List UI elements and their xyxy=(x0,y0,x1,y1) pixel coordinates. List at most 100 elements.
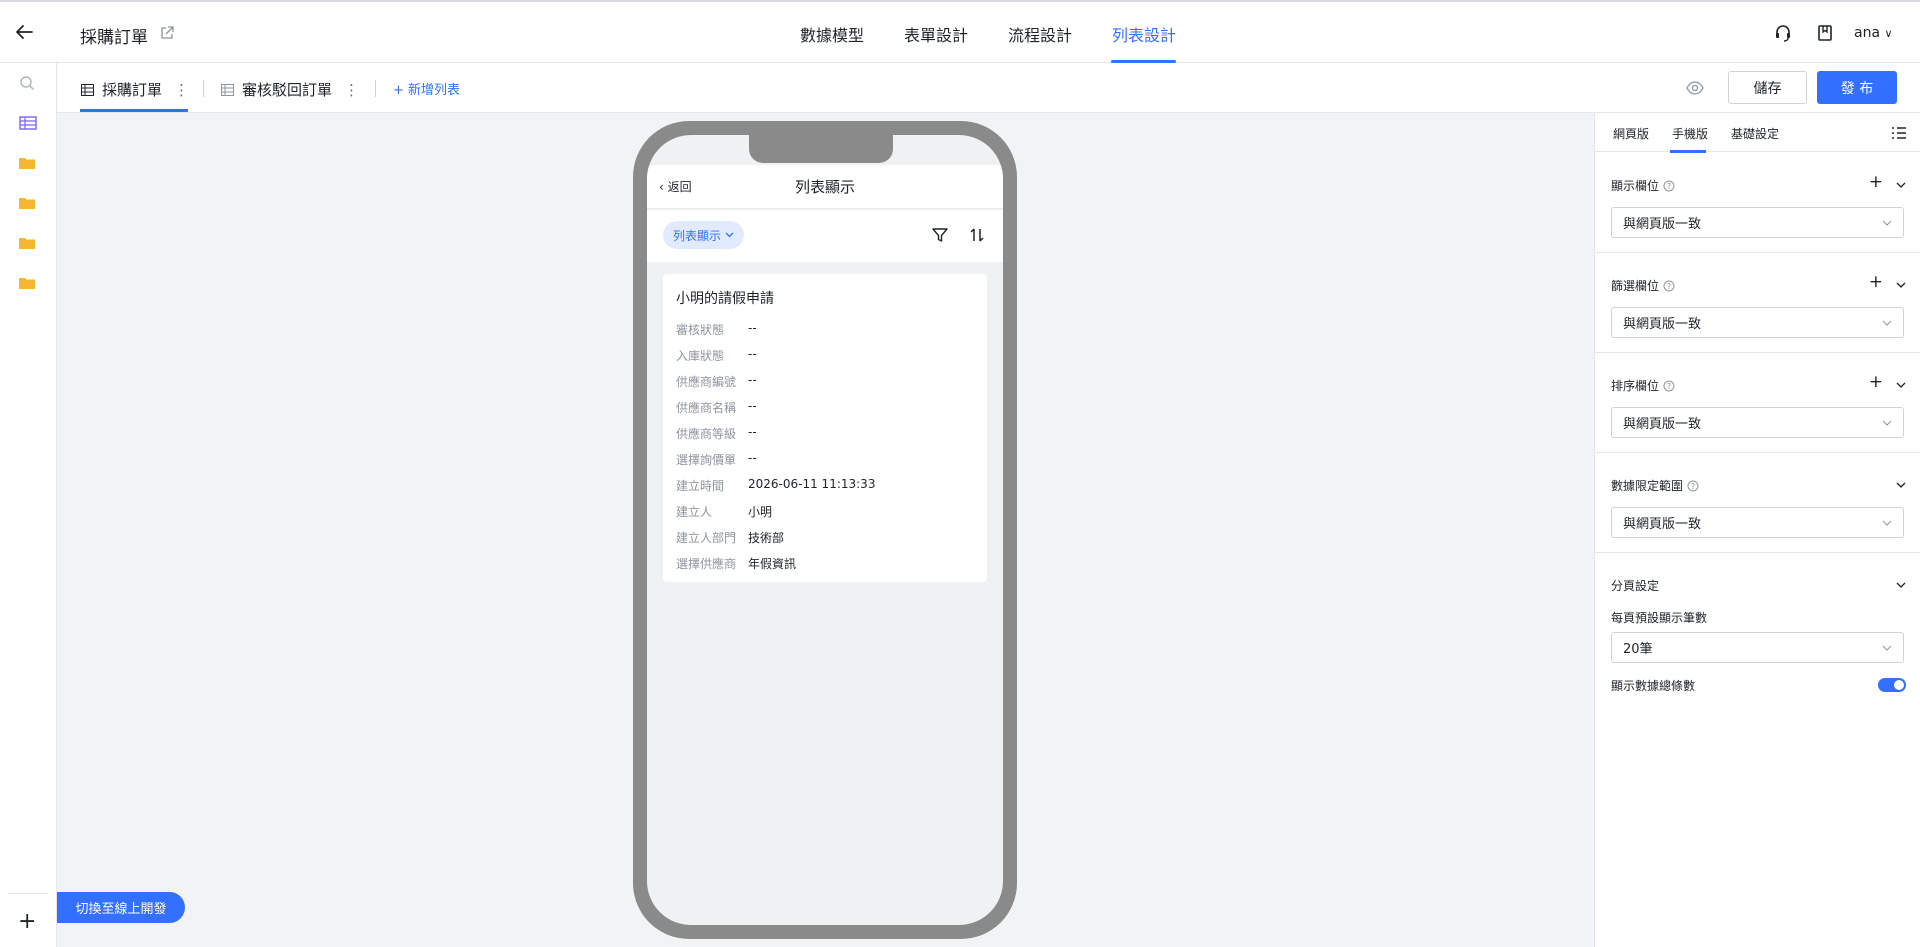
field-value: -- xyxy=(748,347,757,361)
help-icon[interactable]: ? xyxy=(1663,380,1675,392)
folder-icon[interactable] xyxy=(19,196,37,212)
tab-form-design[interactable]: 表單設計 xyxy=(904,22,968,46)
tab-mobile-version[interactable]: 手機版 xyxy=(1672,125,1708,142)
chevron-down-icon xyxy=(1882,420,1892,426)
field-label: 建立人部門 xyxy=(676,531,737,545)
field-value: -- xyxy=(748,451,757,465)
field-value: 小明 xyxy=(748,505,773,519)
section-title: 篩選欄位? xyxy=(1611,277,1675,294)
save-button[interactable]: 儲存 xyxy=(1728,71,1807,104)
card-field: 供應商等級 -- xyxy=(676,425,757,442)
field-label: 供應商名稱 xyxy=(676,401,737,415)
add-button[interactable]: + xyxy=(18,911,36,933)
more-icon[interactable]: ⋮ xyxy=(174,81,189,99)
section-title-text: 篩選欄位 xyxy=(1611,279,1660,293)
field-label: 供應商編號 xyxy=(676,375,737,389)
add-field-button[interactable]: + xyxy=(1869,374,1883,391)
tab-data-model[interactable]: 數據模型 xyxy=(800,22,864,46)
search-icon[interactable] xyxy=(19,75,37,91)
filter-icon[interactable] xyxy=(932,227,948,243)
chevron-down-icon xyxy=(1882,645,1892,651)
card-field: 供應商編號 -- xyxy=(676,373,757,390)
section-sort-fields: 排序欄位? + 與網頁版一致 xyxy=(1595,353,1920,453)
chevron-down-icon[interactable] xyxy=(1895,179,1907,191)
show-total-toggle[interactable] xyxy=(1878,678,1906,692)
record-card[interactable]: 小明的請假申請 審核狀態 -- 入庫狀態 -- 供應商編號 -- 供應商名稱 -- 供應… xyxy=(663,274,987,582)
list-tab-purchase-order[interactable]: 採購訂單 ⋮ xyxy=(81,79,189,100)
folder-icon[interactable] xyxy=(19,156,37,172)
more-icon[interactable]: ⋮ xyxy=(344,81,359,99)
section-title-text: 數據限定範圍 xyxy=(1611,479,1684,493)
add-field-button[interactable]: + xyxy=(1869,274,1883,291)
chevron-down-icon xyxy=(1882,220,1892,226)
select-value: 與網頁版一致 xyxy=(1623,217,1702,232)
field-label: 選擇詢價單 xyxy=(676,453,737,467)
list-tab-rejected-orders[interactable]: 審核駁回訂單 ⋮ xyxy=(221,79,359,100)
phone-title: 列表顯示 xyxy=(794,178,855,196)
tab-process-design[interactable]: 流程設計 xyxy=(1008,22,1072,46)
view-selector-label: 列表顯示 xyxy=(673,228,722,243)
book-icon[interactable] xyxy=(1816,24,1834,42)
field-label: 審核狀態 xyxy=(676,323,725,337)
external-link-icon[interactable] xyxy=(160,26,174,40)
list-tab-label: 採購訂單 xyxy=(102,81,163,99)
phone-notch xyxy=(749,135,893,163)
select-value: 與網頁版一致 xyxy=(1623,317,1702,332)
card-field: 建立時間 2026-06-11 11:13:33 xyxy=(676,477,875,494)
help-icon[interactable]: ? xyxy=(1687,480,1699,492)
phone-preview: ‹ 返回 列表顯示 列表顯示 小明的請假申請 審核狀態 -- 入庫狀態 -- 供應商… xyxy=(633,121,1017,939)
tab-web-version[interactable]: 網頁版 xyxy=(1613,125,1649,142)
outline-icon[interactable] xyxy=(1891,125,1907,141)
tab-basic-settings[interactable]: 基礎設定 xyxy=(1731,125,1779,142)
active-list-indicator xyxy=(80,109,188,112)
svg-text:?: ? xyxy=(1667,382,1671,391)
field-value: -- xyxy=(748,425,757,439)
switch-online-dev-button[interactable]: 切換至線上開發 xyxy=(57,892,185,923)
help-icon[interactable]: ? xyxy=(1663,280,1675,292)
help-icon[interactable]: ? xyxy=(1663,180,1675,192)
user-name: ana xyxy=(1854,25,1881,41)
chevron-down-icon[interactable] xyxy=(1895,479,1907,491)
section-display-fields: 顯示欄位? + 與網頁版一致 xyxy=(1595,153,1920,253)
field-label: 建立人 xyxy=(676,505,713,519)
view-selector[interactable]: 列表顯示 xyxy=(663,221,745,249)
headset-icon[interactable] xyxy=(1774,24,1792,42)
field-value: 技術部 xyxy=(748,531,785,545)
field-label: 建立時間 xyxy=(676,479,725,493)
folder-icon[interactable] xyxy=(19,236,37,252)
section-filter-fields: 篩選欄位? + 與網頁版一致 xyxy=(1595,253,1920,353)
add-field-button[interactable]: + xyxy=(1869,174,1883,191)
svg-text:?: ? xyxy=(1667,182,1671,191)
settings-panel: 網頁版 手機版 基礎設定 顯示欄位? + 與網頁版一致 篩選欄位? + 與網頁版… xyxy=(1594,113,1920,947)
list-toolbar: 採購訂單 ⋮ 審核駁回訂單 ⋮ + 新增列表 儲存 發 布 xyxy=(57,63,1920,113)
chevron-down-icon[interactable] xyxy=(1895,579,1907,591)
back-arrow-icon[interactable] xyxy=(15,24,41,44)
table-icon[interactable] xyxy=(19,116,37,132)
chevron-down-icon xyxy=(1882,520,1892,526)
select-value: 20筆 xyxy=(1623,642,1653,657)
card-field: 建立人 小明 xyxy=(676,503,772,520)
card-title: 小明的請假申請 xyxy=(676,291,774,307)
show-total-label: 顯示數據總條數 xyxy=(1611,679,1696,693)
sidebar-divider xyxy=(8,893,48,894)
user-menu[interactable]: ana ∨ xyxy=(1854,25,1893,41)
new-list-button[interactable]: + 新增列表 xyxy=(393,79,460,98)
display-fields-select[interactable]: 與網頁版一致 xyxy=(1611,207,1904,238)
per-page-select[interactable]: 20筆 xyxy=(1611,632,1904,663)
section-title-text: 排序欄位 xyxy=(1611,379,1660,393)
eye-icon[interactable] xyxy=(1686,79,1704,97)
tab-list-design[interactable]: 列表設計 xyxy=(1112,22,1176,46)
section-title-text: 顯示欄位 xyxy=(1611,179,1660,193)
per-page-label: 每頁預設顯示筆數 xyxy=(1611,611,1708,625)
publish-button[interactable]: 發 布 xyxy=(1817,71,1897,104)
chevron-down-icon[interactable] xyxy=(1895,279,1907,291)
chevron-down-icon[interactable] xyxy=(1895,379,1907,391)
data-scope-select[interactable]: 與網頁版一致 xyxy=(1611,507,1904,538)
select-value: 與網頁版一致 xyxy=(1623,417,1702,432)
folder-icon[interactable] xyxy=(19,276,37,292)
field-label: 選擇供應商 xyxy=(676,557,737,571)
sort-fields-select[interactable]: 與網頁版一致 xyxy=(1611,407,1904,438)
chevron-down-icon xyxy=(725,232,734,238)
sort-icon[interactable] xyxy=(969,227,985,243)
filter-fields-select[interactable]: 與網頁版一致 xyxy=(1611,307,1904,338)
